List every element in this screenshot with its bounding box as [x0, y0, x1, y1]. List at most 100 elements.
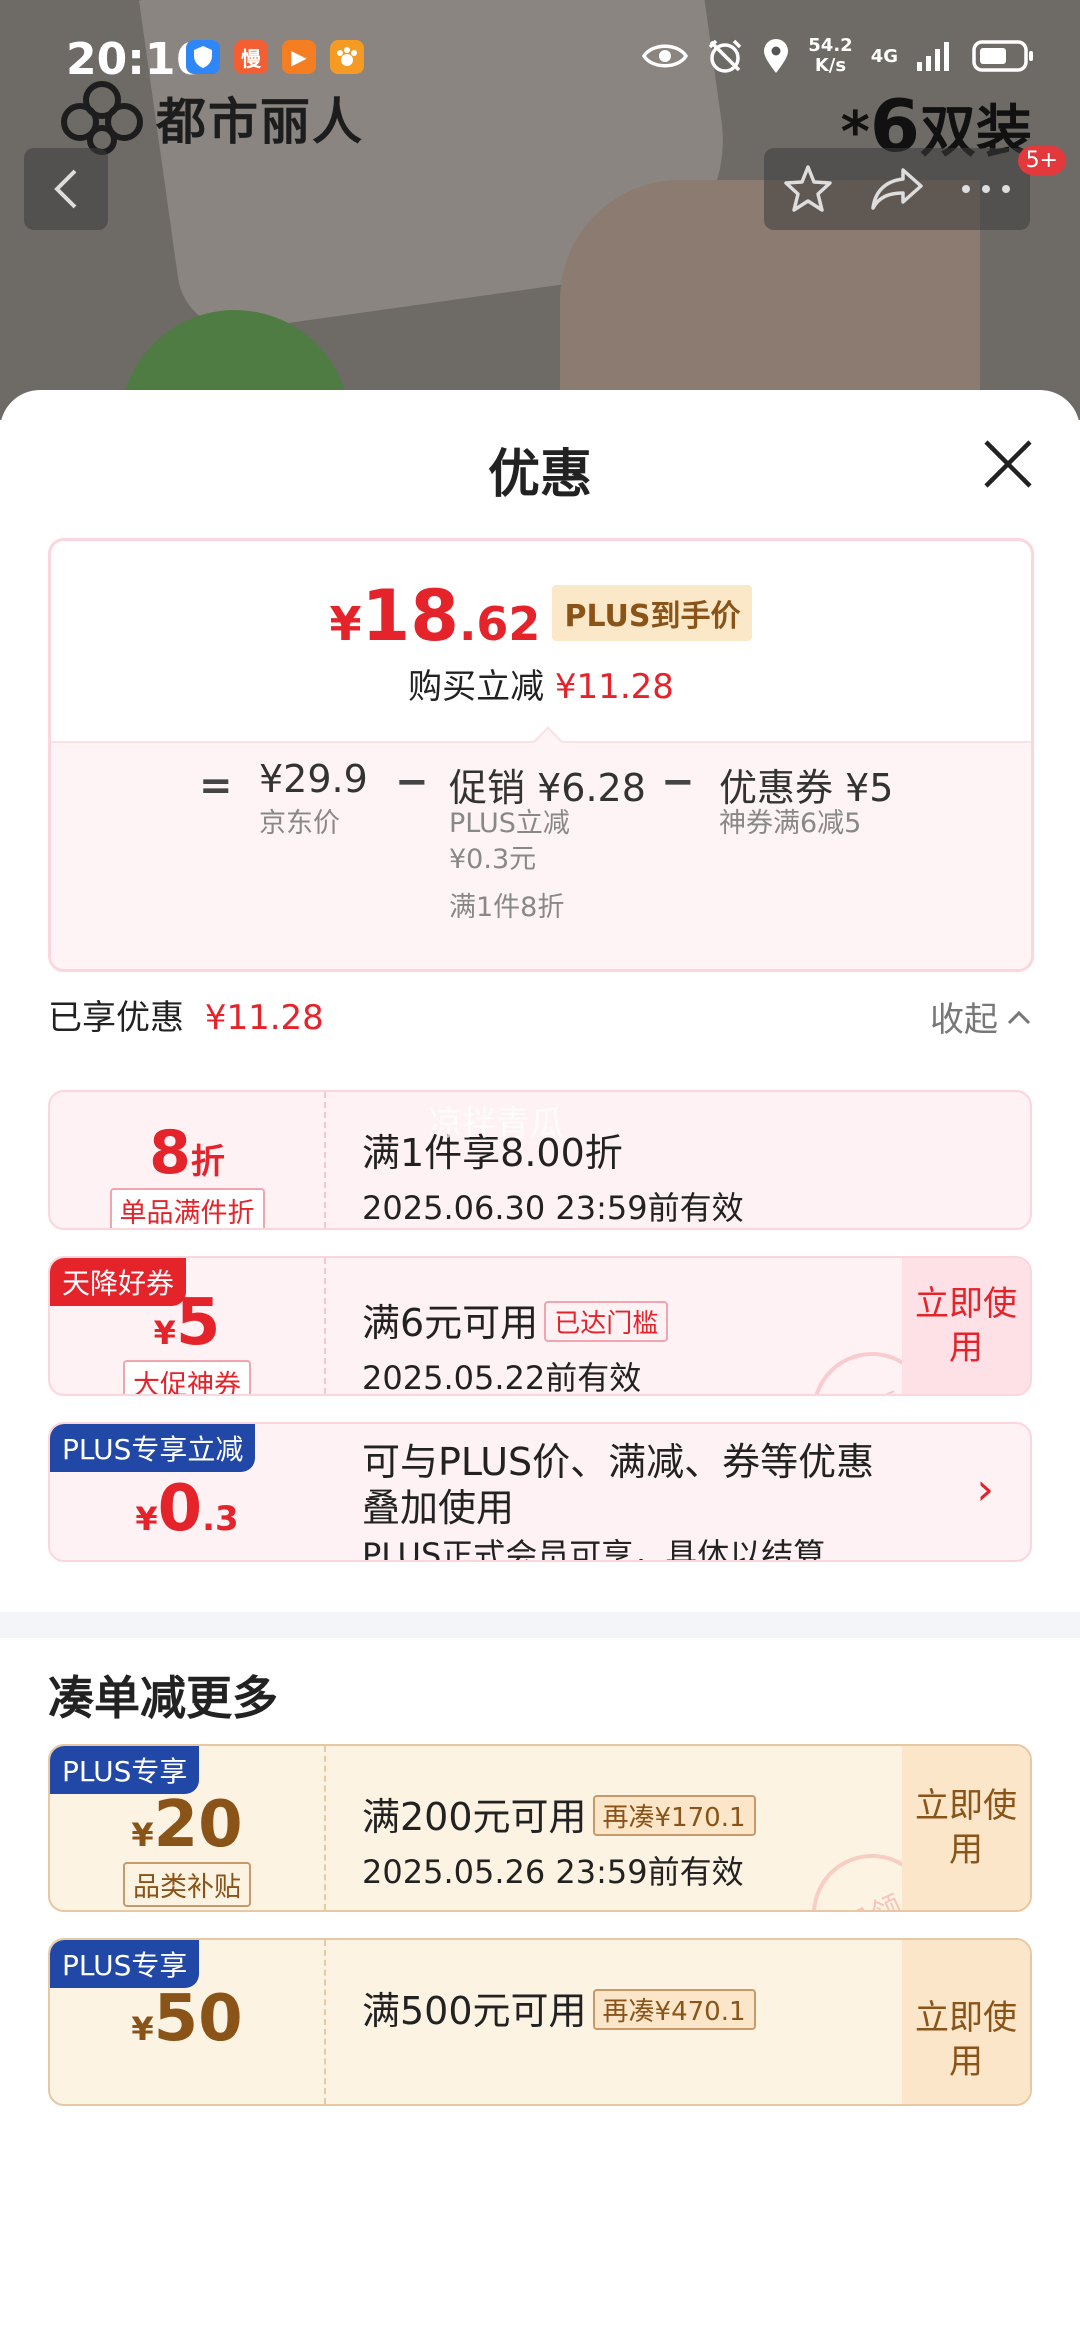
promo-segment: 促销 ¥6.28 [449, 757, 646, 812]
purchase-reduce-value: ¥11.28 [554, 667, 674, 707]
chevron-left-icon [54, 169, 77, 209]
coupon-amount-dec: .3 [202, 1499, 239, 1539]
coupon-currency: ¥ [135, 1500, 158, 1538]
eye-icon [642, 44, 689, 68]
battery-icon [972, 40, 1033, 72]
final-price-currency: ¥ [329, 597, 362, 651]
coupon-condition: 满200元可用 再凑¥170.1 [362, 1786, 756, 1841]
coupon-type-tag: 单品满件折 [109, 1188, 265, 1228]
final-price: ¥18.62 PLUS到手价 [51, 575, 1031, 657]
coupon-condition-text: 满6元可用 [362, 1301, 539, 1345]
price-summary: ¥18.62 PLUS到手价 购买立减 ¥11.28 = ¥29.9 京东价 − … [48, 538, 1034, 972]
coupon-left: ¥0.3 [50, 1424, 324, 1560]
status-app-icons: 慢 ▶ [186, 40, 364, 74]
coupon-left: ¥5 大促神券 [50, 1258, 324, 1394]
coupon-amount-value: 5 [175, 1286, 221, 1360]
coupon-member-note: PLUS正式会员可享，具体以结算… [362, 1536, 858, 1562]
network-speed-unit: K/s [814, 55, 847, 76]
coupon-stack-text: 可与PLUS价、满减、券等优惠 [362, 1440, 875, 1484]
promo-label: 促销 [449, 766, 526, 810]
jd-price: ¥29.9 [259, 757, 368, 801]
network-speed: 54.2 K/s [808, 36, 852, 76]
use-now-button[interactable]: 立即使用 [902, 1940, 1030, 2104]
play-app-icon: ▶ [282, 40, 316, 74]
use-now-button[interactable]: 立即使用 [902, 1746, 1030, 1910]
coupon-amount: ¥20 [50, 1788, 324, 1862]
coupon-card-20[interactable]: PLUS专享 ¥20 品类补贴 满200元可用 再凑¥170.1 2025.05.… [48, 1744, 1032, 1912]
coupon-amount: 8折 [50, 1118, 324, 1188]
coupon-divider [324, 1258, 326, 1394]
enjoyed-discount: 已享优惠 ¥11.28 [48, 990, 324, 1039]
coupon-currency: ¥ [153, 1314, 176, 1352]
purchase-reduce-label: 购买立减 [408, 667, 545, 707]
threshold-tag: 再凑¥470.1 [592, 1989, 756, 2030]
status-bar: 20:16 慢 ▶ 54.2 K/s 4G [0, 0, 1080, 120]
shield-app-icon [186, 40, 220, 74]
enjoyed-value: ¥11.28 [204, 998, 324, 1038]
promo-sub-amount: ¥0.3元 [449, 844, 537, 875]
chevron-right-icon[interactable]: › [976, 1464, 994, 1515]
coupon-left: ¥50 [50, 1940, 324, 2104]
discount-sheet: 优惠 ¥18.62 PLUS到手价 购买立减 ¥11.28 = ¥29.9 京东价… [0, 390, 1080, 2340]
star-icon[interactable] [782, 163, 834, 215]
coupon-currency: ¥ [131, 2010, 154, 2048]
signal-icon [917, 42, 949, 71]
coupon-info: 满200元可用 再凑¥170.1 2025.05.26 23:59前有效 [362, 1786, 756, 1893]
minus-sign-2: − [661, 759, 695, 805]
more-section-title: 凑单减更多 [48, 1671, 278, 1725]
purchase-reduce: 购买立减 ¥11.28 [51, 659, 1031, 708]
coupon-condition: 满6元可用 已达门槛 [362, 1292, 669, 1347]
sheet-title: 优惠 [487, 445, 592, 505]
watermark-text: 凉拌青瓜 [428, 1104, 564, 1144]
coupon-amount-unit: 折 [190, 1142, 225, 1182]
coupon-amount-value: 50 [153, 1982, 243, 2056]
coupon-card-50[interactable]: PLUS专享 ¥50 满500元可用 再凑¥470.1 立即使用 [48, 1938, 1032, 2106]
promo-sub-plus: PLUS立减 [449, 808, 570, 839]
back-button[interactable] [24, 148, 108, 230]
location-icon [764, 39, 789, 73]
coupon-amount: ¥50 [50, 1982, 324, 2056]
coupon-segment: 优惠券 ¥5 [719, 757, 893, 812]
network-type: 4G [870, 45, 898, 67]
coupon-left: ¥20 品类补贴 [50, 1746, 324, 1910]
coupon-type-tag: 大促神券 [123, 1360, 251, 1394]
coupon-validity: 2025.05.22前有效 [362, 1359, 642, 1396]
threshold-tag: 已达门槛 [544, 1301, 669, 1342]
coupon-value: ¥5 [845, 766, 894, 810]
coupon-card-plus[interactable]: PLUS专享立减 ¥0.3 可与PLUS价、满减、券等优惠 叠加使用 PLUS正… [48, 1422, 1032, 1562]
plus-price-tag: PLUS到手价 [552, 585, 753, 641]
price-summary-top: ¥18.62 PLUS到手价 购买立减 ¥11.28 [51, 541, 1031, 741]
coupon-condition: 满500元可用 再凑¥470.1 [362, 1980, 756, 2035]
coupon-label: 优惠券 [719, 766, 834, 810]
coupon-card-discount[interactable]: 8折 单品满件折 满1件享8.00折 2025.06.30 23:59前有效 凉… [48, 1090, 1032, 1230]
close-icon[interactable] [980, 436, 1036, 492]
coupon-info: 可与PLUS价、满减、券等优惠 叠加使用 PLUS正式会员可享，具体以结算… [362, 1438, 922, 1562]
jd-price-label: 京东价 [259, 808, 340, 839]
coupon-info: 满500元可用 再凑¥470.1 [362, 1980, 756, 2035]
coupon-condition-text: 满500元可用 [362, 1989, 587, 2033]
coupon-card-5[interactable]: 天降好券 ¥5 大促神券 满6元可用已达门槛 2025.05.22前有效 已领 … [48, 1256, 1032, 1396]
collapse-button[interactable]: 收起 [930, 992, 1032, 1041]
more-icon[interactable] [960, 183, 1012, 195]
use-now-button[interactable]: 立即使用 [902, 1258, 1030, 1394]
price-breakdown: = ¥29.9 京东价 − 促销 ¥6.28 PLUS立减 ¥0.3元 满1件8… [51, 741, 1031, 969]
chevron-up-icon [1007, 1010, 1031, 1024]
paw-app-icon [330, 40, 364, 74]
coupon-stack-text-2: 叠加使用 [362, 1486, 515, 1530]
coupon-type-tag: 品类补贴 [123, 1862, 251, 1907]
enjoyed-label: 已享优惠 [48, 998, 184, 1038]
promo-sub-discount: 满1件8折 [449, 892, 565, 923]
coupon-currency: ¥ [131, 1816, 154, 1854]
collapse-label: 收起 [930, 1000, 998, 1040]
share-icon[interactable] [869, 166, 925, 212]
final-price-int: 18 [361, 575, 459, 657]
coupon-amount-value: 0 [157, 1472, 203, 1546]
coupon-info: 满6元可用 已达门槛 2025.05.22前有效 [362, 1292, 669, 1396]
coupon-divider [324, 1940, 326, 2104]
coupon-divider [324, 1092, 326, 1228]
network-speed-value: 54.2 [808, 35, 853, 56]
minus-sign-1: − [395, 759, 429, 805]
status-right-group: 54.2 K/s 4G [642, 36, 1036, 76]
coupon-amount-value: 8 [149, 1118, 191, 1188]
final-price-dec: .62 [458, 597, 541, 651]
